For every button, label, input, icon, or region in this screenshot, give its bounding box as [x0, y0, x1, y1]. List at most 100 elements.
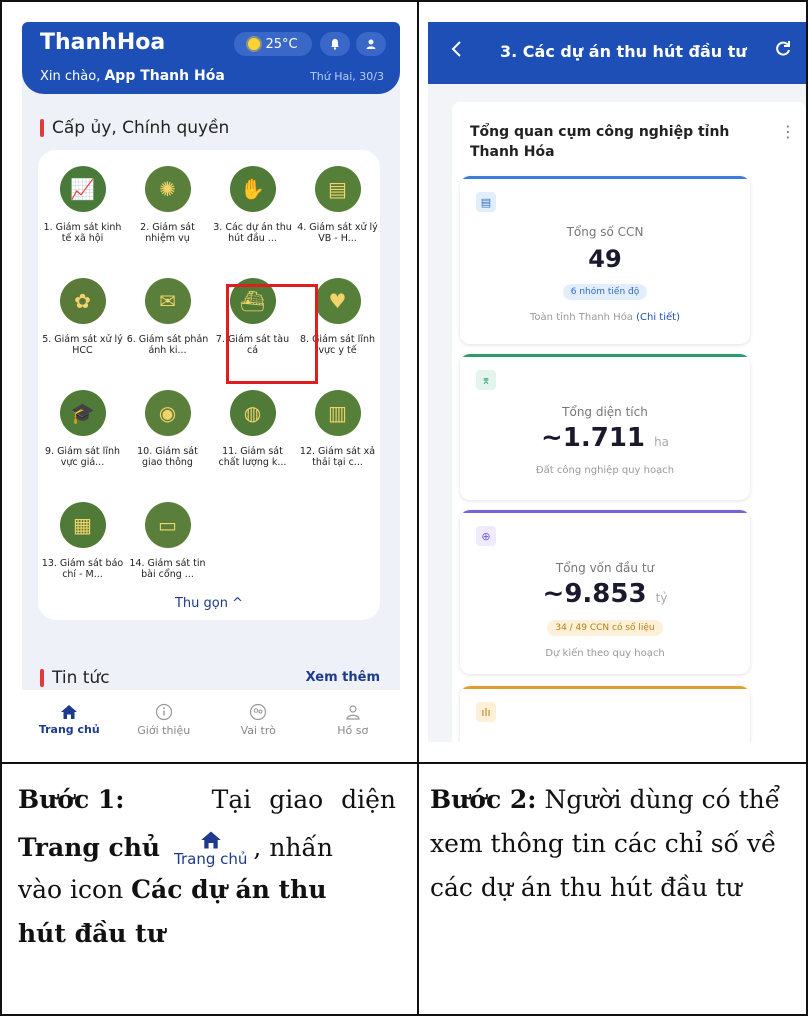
home-screenshot: ThanhHoa 25°C Xin chào, App Thanh Hóa Th… — [22, 22, 400, 750]
graduation-cap-icon: 🎓 — [59, 390, 106, 436]
app-item[interactable]: ✺ 2. Giám sát nhiệm vụ — [125, 158, 210, 270]
column-divider — [417, 2, 419, 1016]
globe-icon: ◍ — [229, 390, 276, 436]
app-grid-card: 📈 1. Giám sát kinh tế xã hội ✺ 2. Giám sát … — [38, 150, 380, 620]
app-label: 6. Giám sát phản ánh ki... — [126, 334, 209, 356]
stat-badge: 6 nhóm tiến độ — [562, 284, 648, 300]
caption-line: hút đầu tư — [18, 912, 396, 956]
nav-profile[interactable]: Hồ sơ — [313, 703, 393, 737]
app-item[interactable]: ◉ 10. Giám sát giao thông — [125, 382, 210, 494]
step1-label: Bước 1: — [18, 785, 125, 814]
stat-footnote: Dự kiến theo quy hoạch — [545, 648, 665, 659]
card-accent-bar — [460, 176, 750, 179]
app-item[interactable]: 🎓 9. Giám sát lĩnh vực giá... — [40, 382, 125, 494]
stat-value: ~9.853 tỷ — [460, 579, 750, 609]
nav-roles-label: Vai trò — [240, 724, 276, 737]
app-label: 14. Giám sát tin bài cổng ... — [129, 558, 206, 580]
app-label: 10. Giám sát giao thông — [137, 446, 198, 468]
growth-chart-icon-glyph: 📈 — [70, 177, 95, 201]
app-item[interactable]: ▭ 14. Giám sát tin bài cổng ... — [125, 494, 210, 606]
heartbeat-icon-glyph: ♥ — [328, 289, 347, 313]
notification-button[interactable] — [320, 32, 350, 56]
nav-intro[interactable]: Giới thiệu — [124, 703, 204, 737]
home-icon — [61, 705, 78, 719]
step1-target-bold: Các dự án thu — [131, 875, 327, 904]
app-item[interactable]: ✿ 5. Giám sát xử lý HCC — [40, 270, 125, 382]
document-icon: ▤ — [314, 166, 361, 212]
temperature: 25°C — [265, 36, 298, 52]
app-item[interactable]: 📈 1. Giám sát kinh tế xã hội — [40, 158, 125, 270]
section-accent-bar — [40, 669, 44, 687]
hand-coin-icon-glyph: ✋ — [240, 177, 265, 201]
area-icon: ⌆ — [476, 370, 496, 390]
app-item[interactable]: ◍ 11. Giám sát chất lượng k... — [210, 382, 295, 494]
app-label: 9. Giám sát lĩnh vực giá... — [44, 446, 121, 468]
bar-chart-icon: ılı — [476, 702, 496, 722]
heartbeat-icon: ♥ — [314, 278, 361, 324]
step1-text: Tại giao diện — [211, 785, 396, 814]
user-icon — [366, 39, 376, 49]
nav-roles[interactable]: Vai trò — [218, 703, 298, 737]
section-heading: Cấp ủy, Chính quyền — [40, 118, 229, 138]
target-icon: ⊕ — [476, 526, 496, 546]
detail-header: 3. Các dự án thu hút đầu tư — [428, 22, 806, 84]
coin-gear-icon-glyph: ✺ — [159, 177, 176, 201]
step1-caption: Bước 1: Tại giao diện Trang chủ Trang ch… — [18, 778, 396, 956]
stat-card-total-investment: ⊕ Tổng vốn đầu tư ~9.853 tỷ 34 / 49 CCN … — [460, 510, 750, 674]
hand-coin-icon: ✋ — [229, 166, 276, 212]
row-divider — [2, 762, 808, 764]
newspaper-icon-glyph: ▦ — [73, 513, 92, 537]
step2-label: Bước 2: — [430, 785, 537, 814]
app-label: 4. Giám sát xử lý VB - H... — [297, 222, 378, 244]
camera-icon: ◉ — [144, 390, 191, 436]
step1-text: vào icon — [18, 875, 124, 904]
section-accent-bar — [40, 119, 44, 137]
app-label: 2. Giám sát nhiệm vụ — [140, 222, 195, 244]
caption-line: vào icon Các dự án thu — [18, 868, 396, 912]
stat-value: 49 — [588, 245, 622, 273]
app-item[interactable]: ▤ 4. Giám sát xử lý VB - H... — [295, 158, 380, 270]
profile-icon — [346, 705, 360, 720]
detail-title: 3. Các dự án thu hút đầu tư — [500, 42, 747, 61]
step1-text: , nhấn — [253, 833, 333, 862]
weather-badge[interactable]: 25°C — [234, 32, 312, 56]
app-label: 5. Giám sát xử lý HCC — [42, 334, 123, 356]
growth-chart-icon: 📈 — [59, 166, 106, 212]
account-button[interactable] — [356, 32, 386, 56]
app-item[interactable]: ✉ 6. Giám sát phản ánh ki... — [125, 270, 210, 382]
section-title: Cấp ủy, Chính quyền — [52, 118, 230, 138]
collapse-button[interactable]: Thu gọn ^ — [38, 596, 380, 611]
list-icon: ▤ — [476, 192, 496, 212]
news-heading: Tin tức — [40, 668, 110, 688]
app-label: 1. Giám sát kinh tế xã hội — [43, 222, 122, 244]
nav-profile-label: Hồ sơ — [337, 724, 369, 737]
step1-home-bold: Trang chủ — [18, 833, 161, 862]
card-accent-bar — [460, 354, 750, 357]
app-label: 12. Giám sát xả thải tại c... — [299, 446, 376, 468]
nav-intro-label: Giới thiệu — [137, 724, 191, 737]
home-icon — [200, 831, 221, 849]
stat-card-partial: ılı — [460, 686, 750, 742]
app-label: 13. Giám sát báo chí - M... — [41, 558, 124, 580]
app-item[interactable]: ▥ 12. Giám sát xả thải tại c... — [295, 382, 380, 494]
flower-icon-glyph: ✿ — [74, 289, 91, 313]
more-menu-icon[interactable]: ⋮ — [780, 122, 796, 141]
stat-label: Tổng vốn đầu tư — [555, 561, 655, 575]
nav-home[interactable]: Trang chủ — [29, 704, 109, 736]
see-more-link[interactable]: Xem thêm — [306, 670, 380, 685]
back-button[interactable] — [450, 39, 462, 63]
app-item[interactable]: ✋ 3. Các dự án thu hút đầu ... — [210, 158, 295, 270]
stat-number: ~9.853 — [542, 579, 647, 609]
stat-value: ~1.711 ha — [460, 423, 750, 453]
reload-button[interactable] — [774, 39, 792, 63]
stat-label: Tổng diện tích — [562, 405, 648, 419]
document-icon-glyph: ▤ — [328, 177, 347, 201]
panel-title: Tổng quan cụm công nghiệp tỉnh Thanh Hóa — [470, 124, 730, 160]
app-item[interactable]: ▦ 13. Giám sát báo chí - M... — [40, 494, 125, 606]
camera-icon-glyph: ◉ — [158, 401, 177, 425]
roles-icon — [250, 703, 267, 721]
sun-icon — [248, 38, 261, 50]
detail-link[interactable]: (Chi tiết) — [636, 312, 680, 323]
app-header: ThanhHoa 25°C Xin chào, App Thanh Hóa Th… — [22, 22, 400, 94]
greeting-name: App Thanh Hóa — [104, 68, 225, 84]
